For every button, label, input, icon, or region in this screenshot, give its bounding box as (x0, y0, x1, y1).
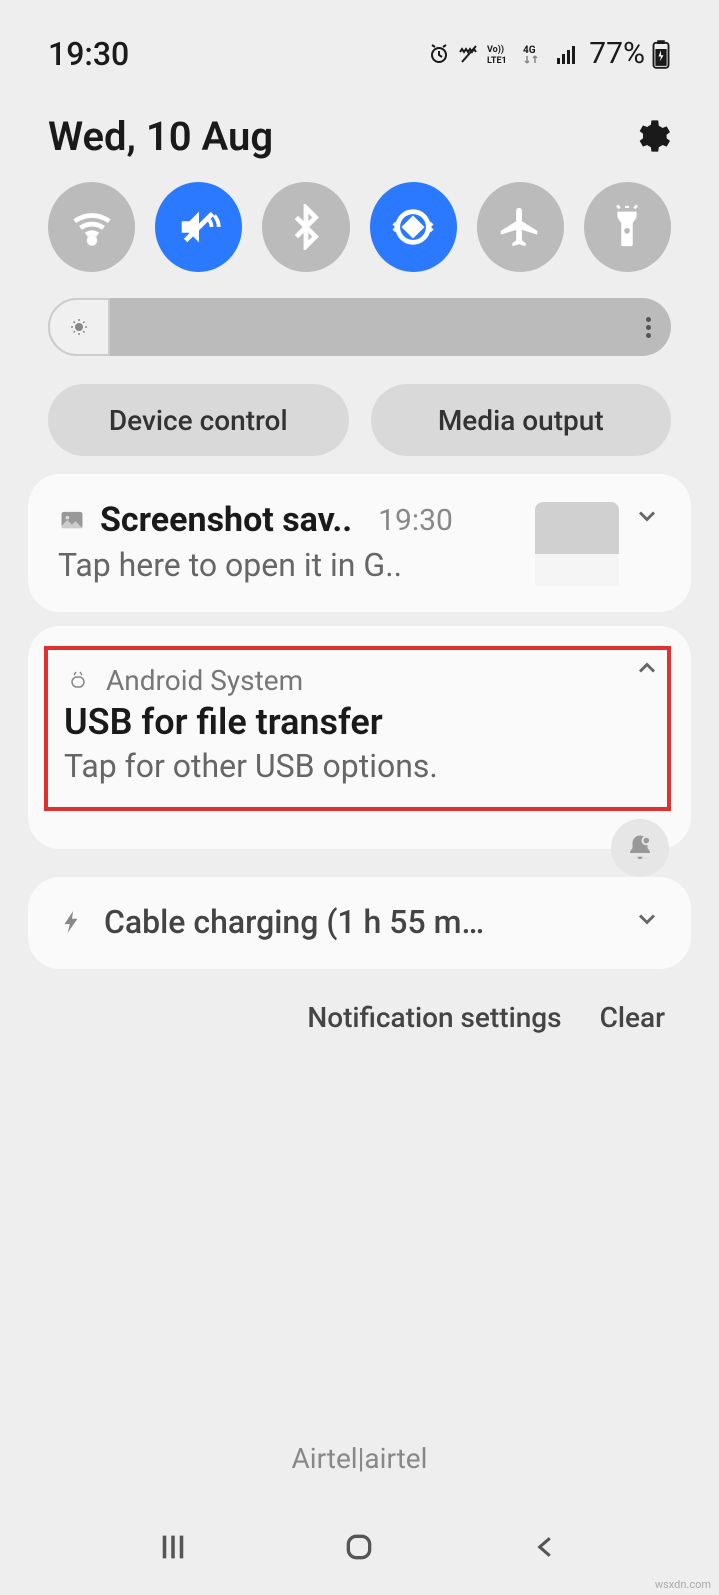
svg-text:LTE1: LTE1 (487, 56, 507, 66)
svg-text:4G: 4G (523, 45, 536, 56)
airplane-toggle[interactable] (477, 182, 564, 272)
brightness-more-icon[interactable] (646, 317, 651, 338)
notification-usb[interactable]: Android System USB for file transfer Tap… (28, 626, 691, 849)
notification-footer: Notification settings Clear (0, 983, 719, 1034)
notification-title: USB for file transfer (64, 701, 651, 743)
media-output-button[interactable]: Media output (371, 384, 672, 456)
notification-time: 19:30 (378, 503, 453, 538)
notification-header: Cable charging (1 h 55 m… (58, 903, 661, 941)
network-4g-icon: 4G (523, 42, 549, 66)
date-text[interactable]: Wed, 10 Aug (48, 113, 273, 160)
control-buttons-row: Device control Media output (0, 364, 719, 474)
clear-button[interactable]: Clear (600, 1001, 665, 1034)
flashlight-toggle[interactable] (584, 182, 671, 272)
status-bar: 19:30 Vo))LTE1 4G 77% (0, 0, 719, 95)
notification-settings-button[interactable]: Notification settings (307, 1001, 561, 1034)
signal-icon (555, 42, 579, 66)
header-row: Wed, 10 Aug (0, 95, 719, 172)
gear-icon[interactable] (631, 117, 671, 157)
home-button[interactable] (339, 1527, 379, 1567)
sun-icon (69, 317, 89, 337)
notification-screenshot[interactable]: Screenshot sav.. 19:30 Tap here to open … (28, 474, 691, 612)
highlight-box: Android System USB for file transfer Tap… (44, 646, 671, 811)
volte-icon: Vo))LTE1 (487, 42, 517, 66)
back-button[interactable] (526, 1527, 566, 1567)
battery-icon (651, 39, 671, 69)
svg-text:Vo)): Vo)) (487, 44, 504, 55)
notification-thumbnail[interactable] (535, 502, 619, 586)
bluetooth-toggle[interactable] (262, 182, 349, 272)
vibrate-icon (457, 42, 481, 66)
device-control-button[interactable]: Device control (48, 384, 349, 456)
notification-app-name: Android System (106, 664, 303, 697)
notification-body: Tap for other USB options. (64, 747, 651, 785)
notification-title: Cable charging (1 h 55 m… (104, 903, 484, 941)
alarm-icon (427, 42, 451, 66)
notification-bell-button[interactable] (611, 819, 669, 877)
status-icons-group: Vo))LTE1 4G 77% (427, 36, 671, 71)
recents-button[interactable] (153, 1527, 193, 1567)
bolt-icon (58, 908, 86, 936)
quick-settings-row (0, 172, 719, 286)
watermark: wsxdn.com (655, 1578, 711, 1591)
gallery-icon (58, 506, 86, 534)
status-time: 19:30 (48, 35, 129, 73)
wifi-toggle[interactable] (48, 182, 135, 272)
notification-charging[interactable]: Cable charging (1 h 55 m… (28, 877, 691, 969)
chevron-down-icon[interactable] (633, 905, 661, 933)
chevron-down-icon[interactable] (633, 502, 661, 530)
chevron-up-icon[interactable] (633, 654, 661, 682)
notification-app-row: Android System (64, 664, 651, 697)
navigation-bar (0, 1527, 719, 1567)
brightness-thumb[interactable] (48, 298, 110, 356)
notifications-list: Screenshot sav.. 19:30 Tap here to open … (0, 474, 719, 969)
brightness-row (0, 286, 719, 364)
rotation-toggle[interactable] (370, 182, 457, 272)
notification-title: Screenshot sav.. (100, 500, 352, 540)
carrier-label: Airtel|airtel (0, 1442, 719, 1475)
battery-percentage: 77% (589, 36, 645, 71)
sound-toggle[interactable] (155, 182, 242, 272)
brightness-slider[interactable] (48, 298, 671, 356)
android-icon (64, 667, 92, 695)
